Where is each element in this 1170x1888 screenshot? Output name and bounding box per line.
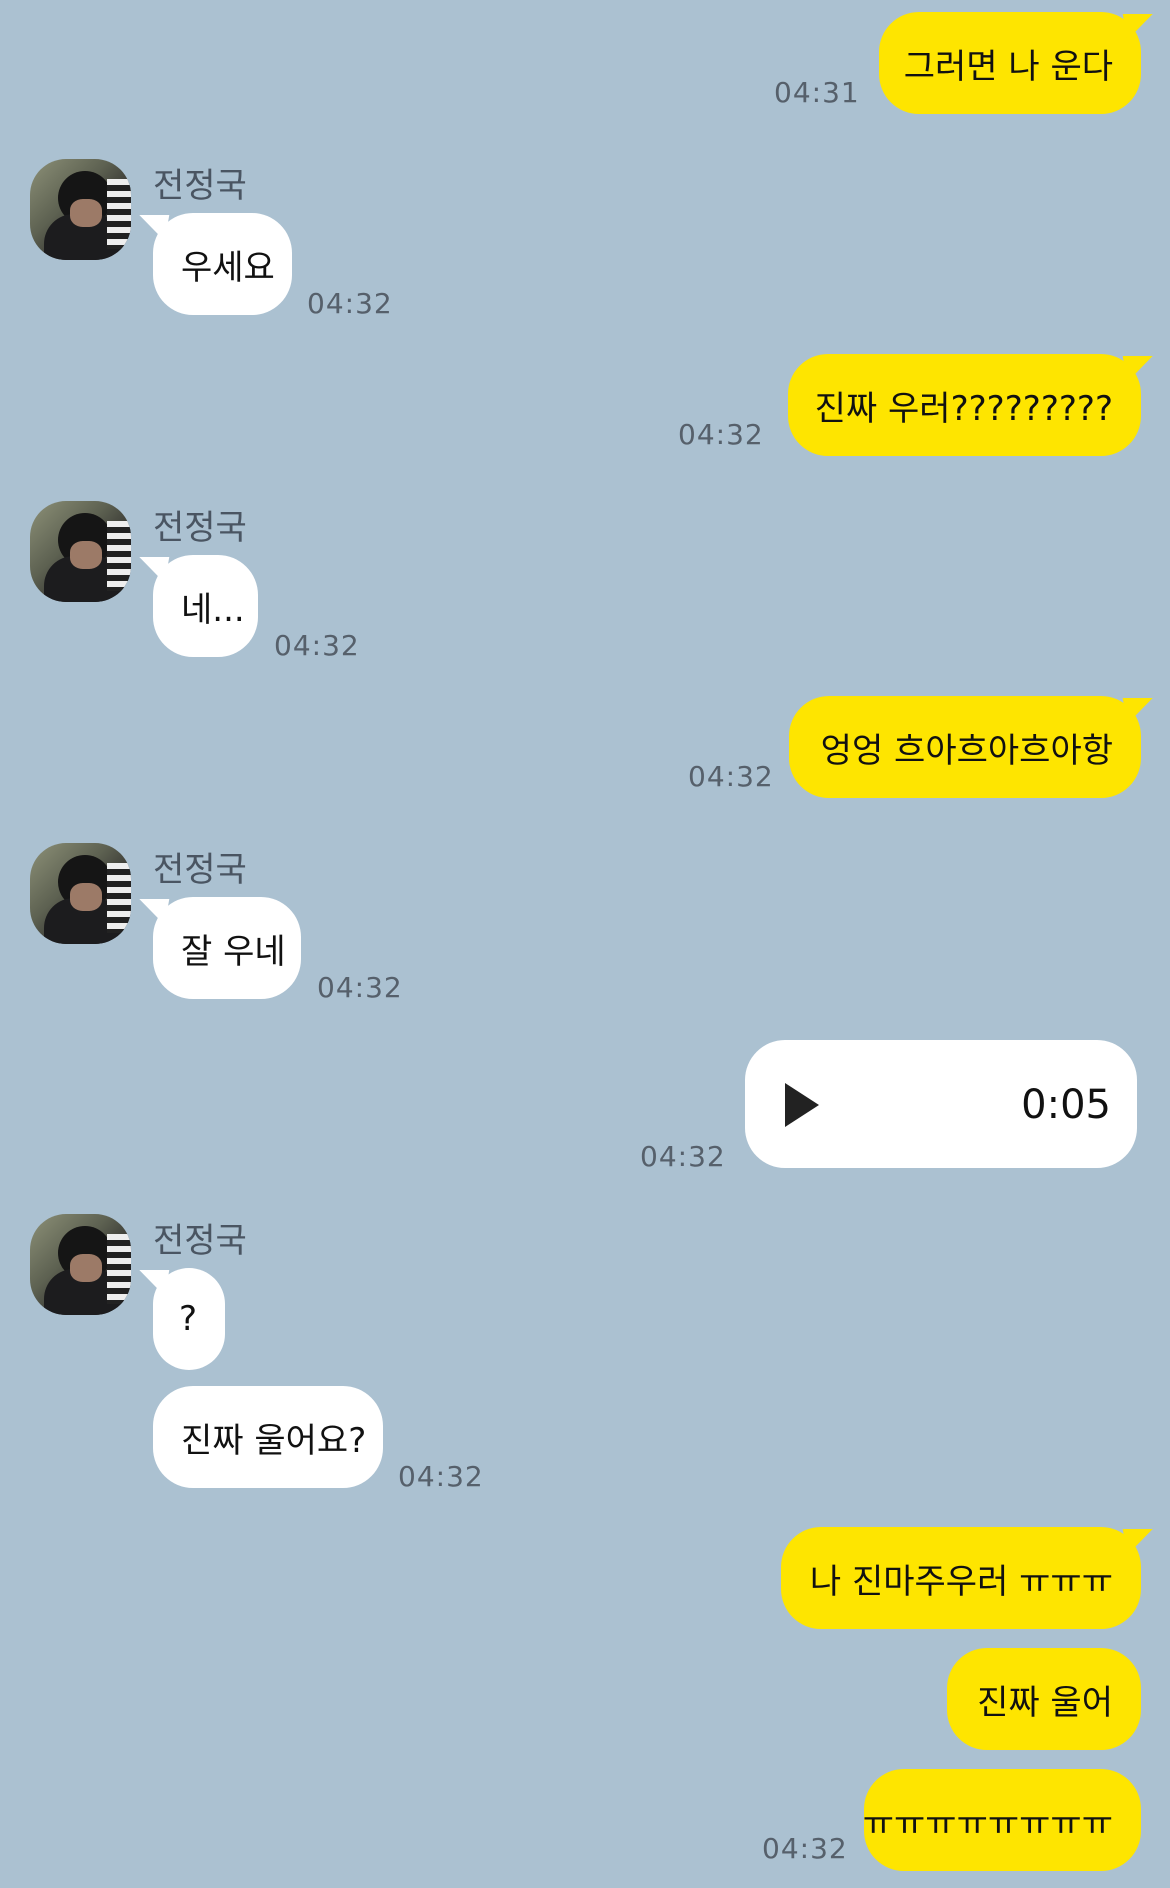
outgoing-message-bubble[interactable]: 그러면 나 운다 <box>879 12 1158 114</box>
message-text: 네... <box>181 589 245 630</box>
bubble-tail <box>1122 1529 1158 1555</box>
contact-avatar[interactable] <box>30 501 131 602</box>
bubble-tail <box>1122 698 1158 724</box>
message-text: 진짜 울어요? <box>181 1420 367 1461</box>
message-text: 나 진마주우러 ㅠㅠㅠ <box>809 1561 1113 1602</box>
sender-name: 전정국 <box>153 166 247 206</box>
message-text: ㅠㅠㅠㅠㅠㅠㅠㅠ <box>862 1803 1113 1844</box>
bubble-tail <box>134 1270 170 1296</box>
message-text: 진짜 울어 <box>977 1682 1113 1723</box>
incoming-message-bubble[interactable]: 네... <box>134 555 258 657</box>
incoming-message-bubble[interactable]: ? <box>134 1268 225 1370</box>
message-time: 04:32 <box>317 971 403 1004</box>
incoming-message-bubble[interactable]: 진짜 울어요? <box>153 1386 383 1488</box>
bubble-tail <box>134 899 170 925</box>
outgoing-message-bubble[interactable]: 진짜 울어 <box>947 1648 1141 1750</box>
outgoing-message-bubble[interactable]: 나 진마주우러 ㅠㅠㅠ <box>781 1527 1158 1629</box>
outgoing-message-bubble[interactable]: 엉엉 흐아흐아흐아항 <box>789 696 1158 798</box>
message-text: 진짜 우러????????? <box>814 388 1113 429</box>
message-text: 그러면 나 운다 <box>903 46 1113 87</box>
contact-avatar[interactable] <box>30 159 131 260</box>
message-time: 04:32 <box>640 1140 726 1173</box>
message-time: 04:32 <box>762 1832 848 1865</box>
message-text: 잘 우네 <box>181 931 286 972</box>
sender-name: 전정국 <box>153 1221 247 1261</box>
sender-name: 전정국 <box>153 508 247 548</box>
contact-avatar[interactable] <box>30 843 131 944</box>
message-time: 04:32 <box>307 287 393 320</box>
play-icon[interactable] <box>785 1083 819 1127</box>
message-text: ? <box>179 1299 198 1339</box>
message-text: 엉엉 흐아흐아흐아항 <box>820 730 1113 771</box>
message-time: 04:32 <box>274 629 360 662</box>
contact-avatar[interactable] <box>30 1214 131 1315</box>
outgoing-message-bubble[interactable]: ㅠㅠㅠㅠㅠㅠㅠㅠ <box>862 1769 1141 1871</box>
message-time: 04:32 <box>398 1460 484 1493</box>
bubble-tail <box>1122 356 1158 382</box>
message-time: 04:32 <box>688 760 774 793</box>
incoming-message-bubble[interactable]: 잘 우네 <box>134 897 301 999</box>
message-time: 04:32 <box>678 418 764 451</box>
outgoing-message-bubble[interactable]: 진짜 우러????????? <box>788 354 1158 456</box>
voice-duration: 0:05 <box>1021 1082 1111 1128</box>
voice-message-bubble[interactable]: 0:05 <box>745 1040 1137 1168</box>
incoming-message-bubble[interactable]: 우세요 <box>134 213 292 315</box>
bubble-tail <box>134 215 170 241</box>
bubble-tail <box>134 557 170 583</box>
bubble-tail <box>1122 14 1158 40</box>
message-time: 04:31 <box>774 76 860 109</box>
sender-name: 전정국 <box>153 850 247 890</box>
message-text: 우세요 <box>181 247 275 288</box>
